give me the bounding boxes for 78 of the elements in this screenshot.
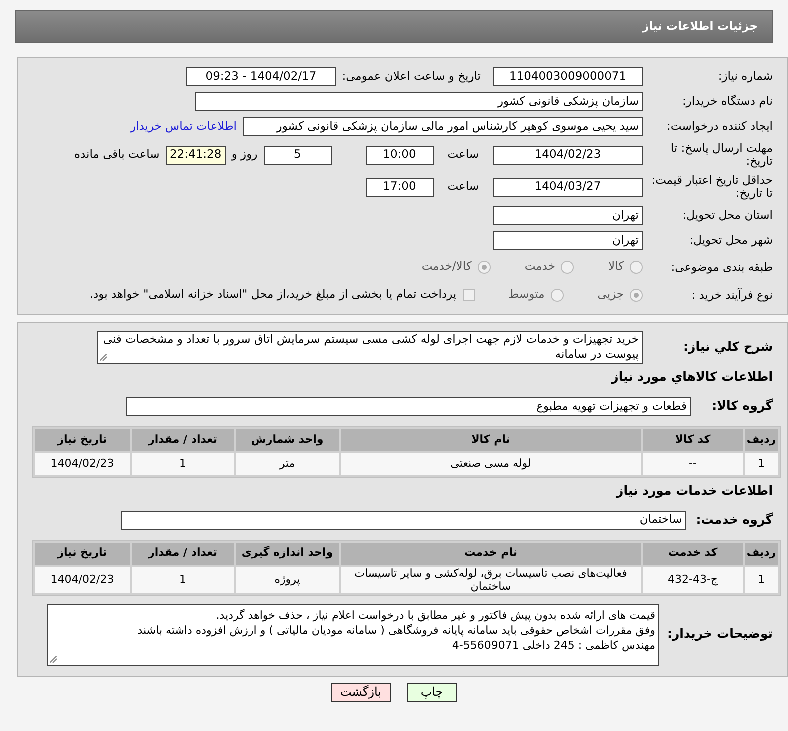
field-label: مهلت ارسال پاسخ: تا تاریخ: xyxy=(670,142,774,168)
field-label: پرداخت تمام یا بخشی از مبلغ خرید،از محل "اسناد خزانه اسلامی" خواهد بود. xyxy=(90,286,457,304)
input-field: 10:00 xyxy=(366,146,434,164)
input-field: تهران xyxy=(493,206,643,225)
section-heading: اطلاعات خدمات مورد نياز xyxy=(615,482,774,500)
radio-button[interactable] xyxy=(630,288,643,302)
field-label: ایجاد کننده درخواست: xyxy=(666,120,774,133)
table-cell: -- xyxy=(643,452,743,475)
column-header: تعداد / مقدار xyxy=(132,428,234,451)
text-area: خرید تجهیزات و خدمات لازم جهت اجرای لوله کشی مسی سیستم سرمایش اتاق سرور با تعداد و مشخصات فنی پیوست در سامانه xyxy=(97,331,643,364)
field-label: گروه کالا: xyxy=(711,396,774,415)
field-label: ساعت باقی مانده xyxy=(74,146,160,164)
table-cell: 1404/02/23 xyxy=(35,566,130,592)
back-button[interactable]: بازگشت xyxy=(331,682,391,702)
field-label: شهر محل تحویل: xyxy=(688,234,774,247)
section-heading: اطلاعات کالاهاي مورد نياز xyxy=(610,368,774,386)
field-label: ساعت xyxy=(448,178,479,196)
input-field: تهران xyxy=(493,231,643,250)
input-field: 1404/02/23 xyxy=(493,146,643,164)
field-label: شماره نیاز: xyxy=(717,70,774,83)
input-field: قطعات و تجهیزات تهویه مطبوع xyxy=(126,396,691,416)
field-label: حداقل تاریخ اعتبار قیمت: تا تاریخ: xyxy=(650,174,774,200)
resize-grip-icon[interactable] xyxy=(50,656,58,662)
field-label: نوع فرآیند خرید : xyxy=(690,288,774,302)
table-cell: 1404/02/23 xyxy=(35,452,130,475)
column-header: نام کالا xyxy=(341,428,641,451)
input-field: 17:00 xyxy=(366,178,434,196)
input-field: 1104003009000071 xyxy=(493,67,643,86)
field-label: توضیحات خریدار: xyxy=(667,625,774,644)
radio-button[interactable] xyxy=(561,260,574,274)
column-header: کد کالا xyxy=(643,428,743,451)
table-cell: 1 xyxy=(132,452,234,475)
field-label: طبقه بندی موضوعی: xyxy=(670,260,774,274)
radio-button[interactable] xyxy=(550,288,564,302)
resize-grip-icon[interactable] xyxy=(100,354,107,361)
column-header: کد خدمت xyxy=(643,542,743,564)
table-cell: لوله مسی صنعتی xyxy=(341,452,641,475)
field-label: کالا xyxy=(608,258,624,276)
contact-link[interactable]: اطلاعات تماس خریدار xyxy=(130,118,237,136)
input-field: 5 xyxy=(264,146,332,164)
column-header: ردیف xyxy=(745,428,778,451)
field-label: کالا/خدمت xyxy=(422,258,472,276)
field-label: خدمت xyxy=(524,258,556,276)
input-field: سید یحیی موسوی کوهپر کارشناس امور مالی سازمان پزشکی قانونی کشور xyxy=(243,117,643,136)
page-header: جزئیات اطلاعات نیاز xyxy=(15,10,773,43)
table-cell: متر xyxy=(236,452,339,475)
table-cell: فعالیت‌های نصب تاسیسات برق، لوله‌کشی و سایر تاسیسات ساختمان xyxy=(341,566,641,592)
field-label: ساعت xyxy=(448,146,479,164)
field-label: استان محل تحویل: xyxy=(682,209,774,222)
table-cell: ج-43-432 xyxy=(643,566,743,592)
table-cell: 1 xyxy=(745,452,778,475)
print-button[interactable]: چاپ xyxy=(407,682,457,702)
radio-button[interactable] xyxy=(478,260,491,274)
checkbox[interactable] xyxy=(462,289,475,301)
field-label: تاریخ و ساعت اعلان عمومی: xyxy=(342,68,481,85)
column-header: نام خدمت xyxy=(341,542,641,564)
table-cell: پروژه xyxy=(236,566,339,592)
column-header: تعداد / مقدار xyxy=(132,542,234,564)
field-label: شرح کلي نياز: xyxy=(682,338,774,356)
field-label: جزیی xyxy=(598,286,624,304)
field-label: نام دستگاه خریدار: xyxy=(681,95,774,108)
field-label: گروه خدمت: xyxy=(696,510,774,529)
text-area: قیمت های ارائه شده بدون پیش فاکتور و غیر مطابق با درخواست اعلام نیاز ، حذف خواهد گردید. وفق مقررات اشخاص حقوقی باید سامانه پایانه فروشگاهی ( سامانه مودیان مالیاتی ) و ارزش افزوده داشته باشند مهندس کاظمی : 245 داخلی 55609071-4 xyxy=(47,604,660,666)
input-field: 1404/03/27 xyxy=(493,178,643,196)
field-label: روز و xyxy=(232,146,258,164)
column-header: ردیف xyxy=(745,542,778,564)
input-field: سازمان پزشکی قانونی کشور xyxy=(195,92,643,111)
radio-button[interactable] xyxy=(630,260,643,274)
input-field: ساختمان xyxy=(121,510,686,530)
input-field: 22:41:28 xyxy=(166,146,226,164)
field-label: متوسط xyxy=(508,286,545,304)
column-header: واحد اندازه گیری xyxy=(236,542,339,564)
table-cell: 1 xyxy=(132,566,234,592)
table-cell: 1 xyxy=(745,566,778,592)
column-header: واحد شمارش xyxy=(236,428,339,451)
input-field: 1404/02/17 - 09:23 xyxy=(186,67,336,86)
column-header: تاریخ نیاز xyxy=(35,428,130,451)
column-header: تاریخ نیاز xyxy=(35,542,130,564)
